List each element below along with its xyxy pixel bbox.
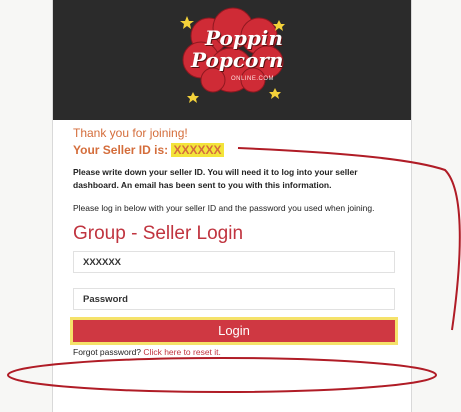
login-instructions: Please log in below with your seller ID … [73, 203, 375, 213]
seller-id-input[interactable]: XXXXXX [73, 251, 395, 273]
seller-id-line: Your Seller ID is: XXXXXX [73, 143, 398, 157]
brand-logo[interactable]: Poppin Popcorn ONLINE.COM [171, 6, 295, 106]
login-button[interactable]: Login [73, 320, 395, 342]
reset-password-link[interactable]: Click here to reset it. [143, 347, 220, 357]
confirmation-content: Thank you for joining! Your Seller ID is… [73, 126, 398, 357]
login-title: Group - Seller Login [73, 223, 244, 244]
seller-id-value: XXXXXX [171, 143, 224, 157]
logo-text-poppin: Poppin [205, 26, 283, 50]
seller-id-notice: Please write down your seller ID. You wi… [73, 167, 358, 190]
seller-id-label: Your Seller ID is: [73, 143, 169, 157]
login-card: Poppin Popcorn ONLINE.COM Thank you for … [52, 0, 412, 412]
thank-you-message: Thank you for joining! [73, 126, 188, 140]
password-input[interactable]: Password [73, 288, 395, 310]
logo-subtext: ONLINE.COM [231, 76, 275, 82]
forgot-password-line: Forgot password? Click here to reset it. [73, 347, 398, 357]
logo-text-popcorn: Popcorn [191, 48, 284, 72]
forgot-password-text: Forgot password? [73, 347, 142, 357]
header-banner: Poppin Popcorn ONLINE.COM [53, 0, 411, 120]
